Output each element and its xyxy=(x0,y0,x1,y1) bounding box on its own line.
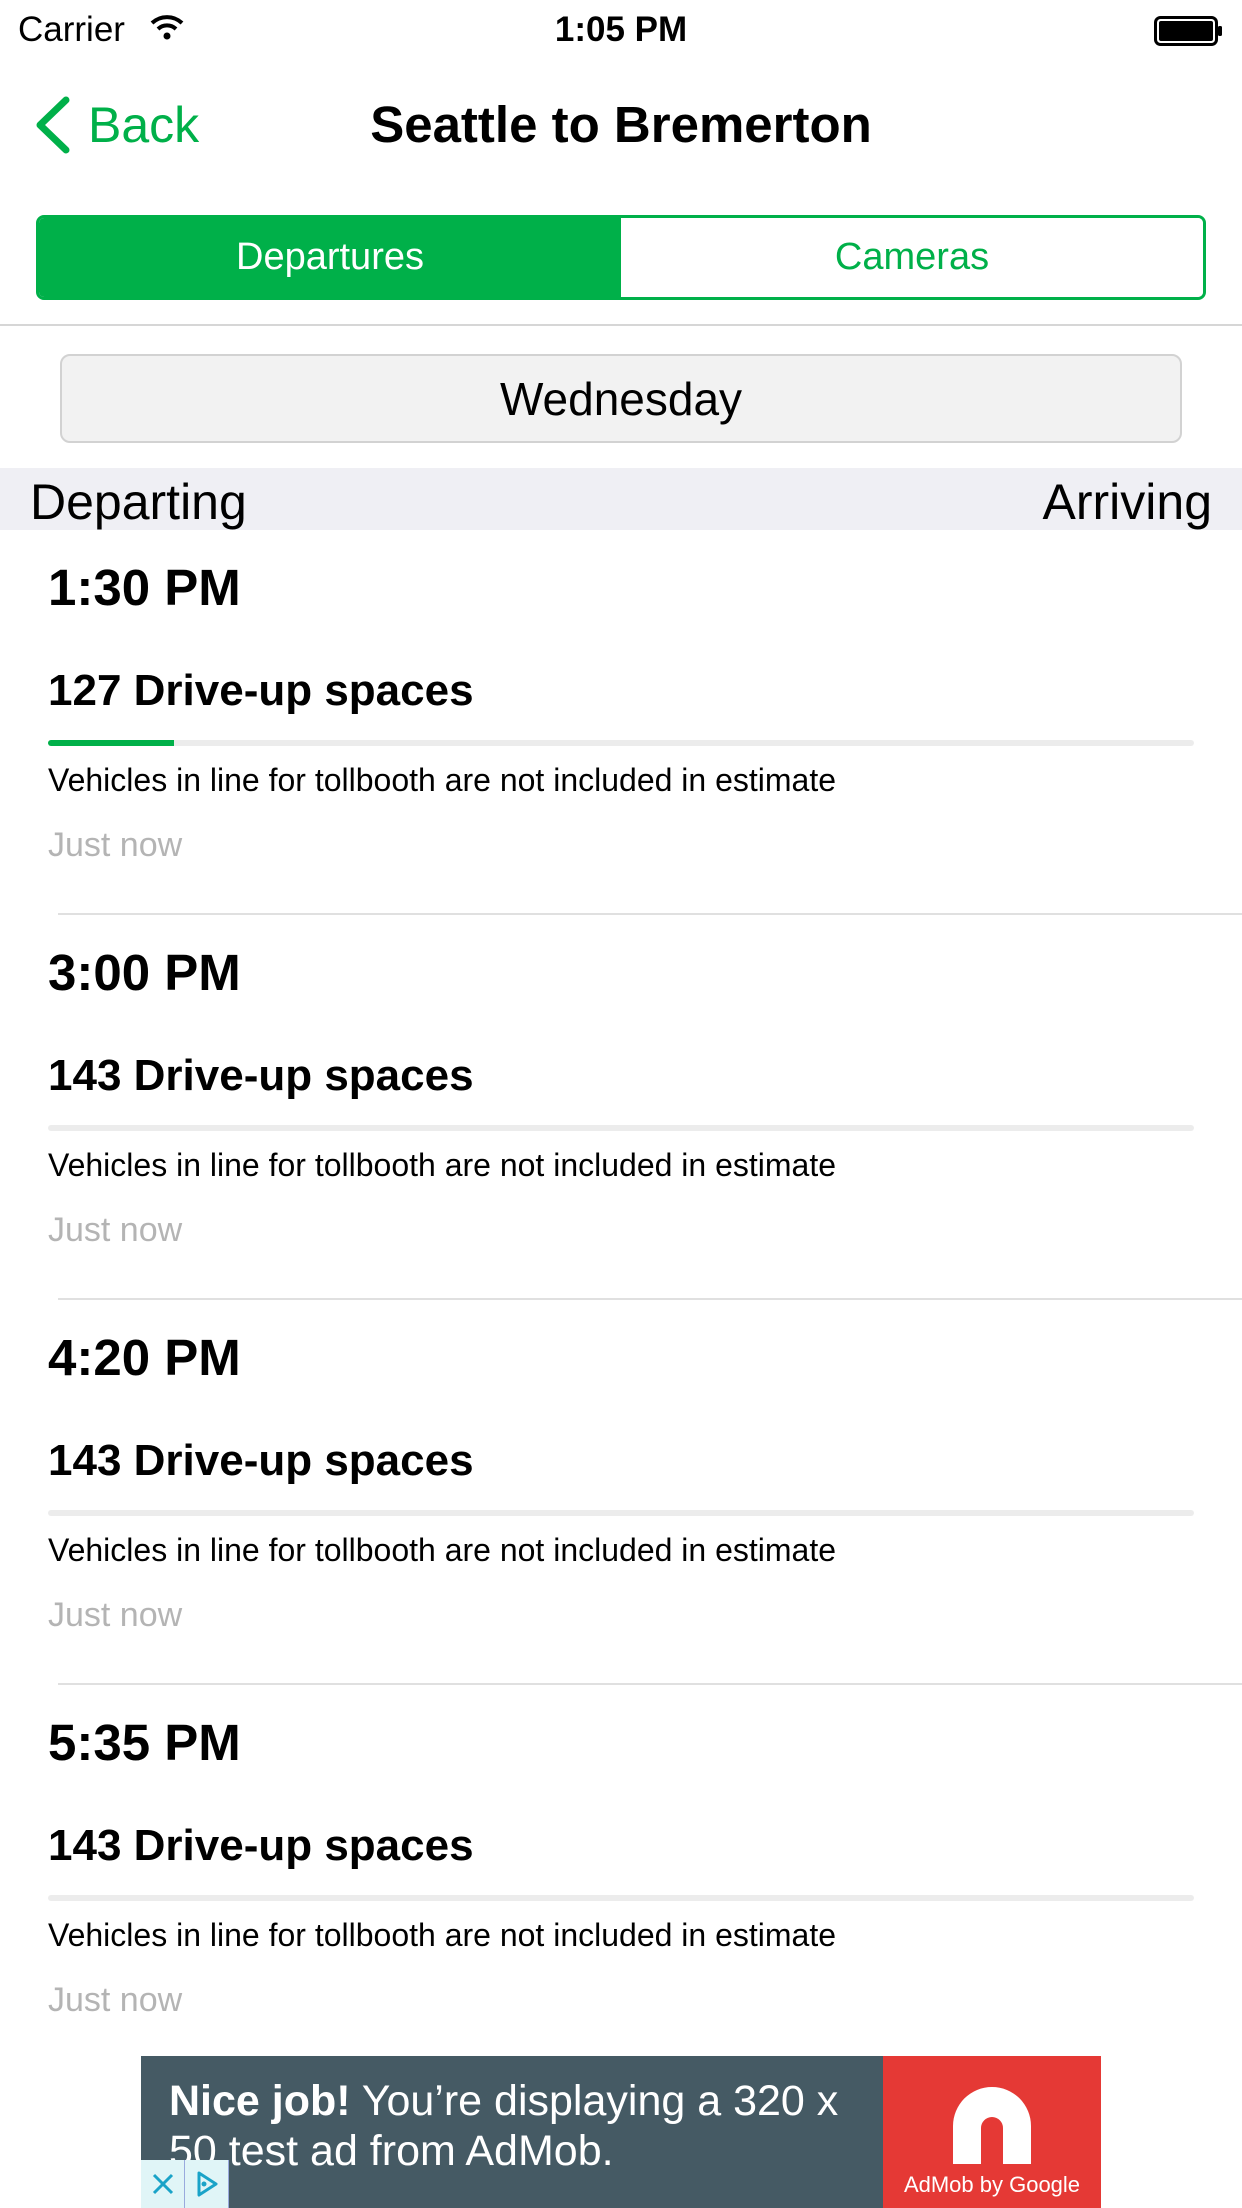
admob-logo-icon xyxy=(943,2076,1041,2179)
departure-time: 3:00 PM xyxy=(48,944,241,1001)
list-header: Departing Arriving xyxy=(0,468,1242,530)
sailing-row[interactable]: 4:20 PM 143 Drive-up spaces Vehicles in … xyxy=(0,1300,1242,1685)
departing-header: Departing xyxy=(30,474,247,530)
capacity-bar xyxy=(48,1895,1194,1901)
drive-up-spaces: 143 Drive-up spaces xyxy=(48,1821,474,1870)
capacity-bar xyxy=(48,1125,1194,1131)
capacity-fill xyxy=(48,740,175,746)
ad-choices-icon[interactable] xyxy=(185,2160,229,2208)
departure-time: 4:20 PM xyxy=(48,1329,241,1386)
drive-up-spaces: 127 Drive-up spaces xyxy=(48,666,474,715)
ad-message: Nice job! You’re displaying a 320 x 50 t… xyxy=(169,2076,849,2176)
updated-label: Just now xyxy=(48,1596,183,1634)
tab-departures[interactable]: Departures xyxy=(39,218,621,297)
tab-cameras[interactable]: Cameras xyxy=(621,218,1203,297)
status-bar: Carrier 1:05 PM xyxy=(0,0,1242,60)
ad-choices[interactable] xyxy=(141,2160,229,2208)
day-selector-button[interactable]: Wednesday xyxy=(60,354,1182,443)
ad-brand-label: AdMob by Google xyxy=(903,2172,1081,2197)
sailing-row[interactable]: 3:00 PM 143 Drive-up spaces Vehicles in … xyxy=(0,915,1242,1300)
estimate-note: Vehicles in line for tollbooth are not i… xyxy=(48,1147,837,1183)
ad-headline: Nice job! xyxy=(169,2077,351,2125)
updated-label: Just now xyxy=(48,1211,183,1249)
estimate-note: Vehicles in line for tollbooth are not i… xyxy=(48,1532,837,1568)
departure-time: 5:35 PM xyxy=(48,1714,241,1771)
close-icon[interactable] xyxy=(141,2160,185,2208)
sailing-row[interactable]: 1:30 PM 127 Drive-up spaces Vehicles in … xyxy=(0,530,1242,915)
departure-time: 1:30 PM xyxy=(48,559,241,616)
drive-up-spaces: 143 Drive-up spaces xyxy=(48,1051,474,1100)
capacity-bar xyxy=(48,740,1194,746)
page-title: Seattle to Bremerton xyxy=(370,96,872,153)
divider xyxy=(0,324,1242,326)
segmented-control: Departures Cameras xyxy=(36,215,1206,300)
ad-banner[interactable]: Nice job! You’re displaying a 320 x 50 t… xyxy=(141,2056,1101,2208)
updated-label: Just now xyxy=(48,1981,183,2019)
drive-up-spaces: 143 Drive-up spaces xyxy=(48,1436,474,1485)
updated-label: Just now xyxy=(48,826,183,864)
sailings-list: 1:30 PM 127 Drive-up spaces Vehicles in … xyxy=(0,530,1242,2070)
estimate-note: Vehicles in line for tollbooth are not i… xyxy=(48,1917,837,1953)
estimate-note: Vehicles in line for tollbooth are not i… xyxy=(48,762,837,798)
admob-logo-panel: AdMob by Google xyxy=(883,2056,1101,2208)
battery-icon xyxy=(1154,16,1224,51)
status-time: 1:05 PM xyxy=(554,10,688,49)
arriving-header: Arriving xyxy=(1042,474,1212,530)
sailing-row[interactable]: 5:35 PM 143 Drive-up spaces Vehicles in … xyxy=(0,1685,1242,2070)
navigation-bar: Back Seattle to Bremerton xyxy=(0,60,1242,190)
capacity-bar xyxy=(48,1510,1194,1516)
